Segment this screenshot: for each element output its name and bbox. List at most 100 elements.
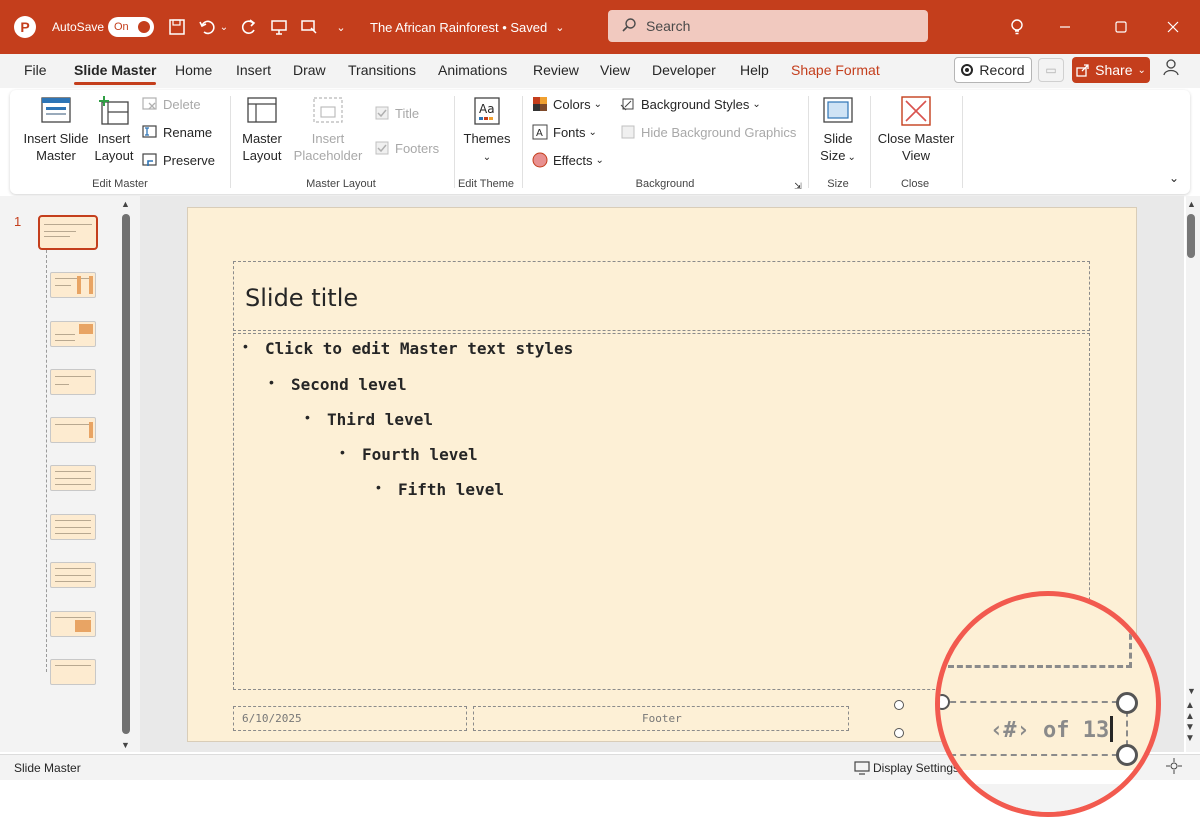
- resize-handle[interactable]: [894, 700, 904, 710]
- layout-thumbnail[interactable]: [50, 369, 96, 395]
- layout-thumbnail[interactable]: [50, 659, 96, 685]
- layout-thumbnail[interactable]: [50, 417, 96, 443]
- undo-dropdown-icon[interactable]: ⌄: [218, 0, 230, 54]
- insert-placeholder-button[interactable]: Insert Placeholder: [286, 96, 370, 164]
- master-layout-button[interactable]: Master Layout: [238, 96, 286, 164]
- fit-slide-icon[interactable]: [1166, 758, 1182, 777]
- rename-button[interactable]: Rename: [142, 123, 222, 141]
- canvas-scrollbar-thumb[interactable]: [1187, 214, 1195, 258]
- panel-scrollbar[interactable]: [122, 214, 130, 734]
- undo-icon[interactable]: [196, 0, 218, 54]
- powerpoint-logo-icon: P: [14, 0, 38, 54]
- tab-review[interactable]: Review: [533, 62, 579, 78]
- layout-thumbnail[interactable]: [50, 562, 96, 588]
- share-button[interactable]: Share ⌄: [1072, 57, 1150, 83]
- group-label-size: Size: [827, 178, 849, 190]
- customize-qat-icon[interactable]: ⌄: [330, 0, 352, 54]
- next-slide-icon[interactable]: ▼ ▼: [1185, 722, 1195, 744]
- minimize-icon[interactable]: [1042, 0, 1088, 54]
- record-button[interactable]: Record: [954, 57, 1032, 83]
- coauthoring-icon[interactable]: [1163, 58, 1181, 81]
- tab-insert[interactable]: Insert: [236, 62, 271, 78]
- canvas-scroll-down-icon[interactable]: ▼: [1187, 686, 1196, 696]
- tab-home[interactable]: Home: [175, 62, 212, 78]
- footer-text: Footer: [642, 712, 682, 725]
- redo-icon[interactable]: [238, 0, 260, 54]
- resize-handle[interactable]: [1116, 744, 1138, 766]
- group-label-background: Background: [635, 178, 695, 190]
- title-bar: P AutoSave On ⌄ ⌄ The African Rainforest…: [0, 0, 1200, 54]
- page-number-text: ‹#› of 13: [990, 718, 1110, 743]
- text-level-5: Fifth level: [398, 480, 504, 499]
- canvas-scroll-up-icon[interactable]: ▲: [1187, 199, 1196, 209]
- tab-transitions[interactable]: Transitions: [348, 62, 416, 78]
- autosave-state: On: [114, 21, 129, 33]
- panel-scroll-down-icon[interactable]: ▼: [121, 740, 130, 750]
- themes-button[interactable]: Aa Themes ⌄: [460, 96, 514, 166]
- text-level-1: Click to edit Master text styles: [265, 339, 574, 358]
- resize-handle[interactable]: [894, 728, 904, 738]
- delete-button[interactable]: Delete: [142, 95, 222, 113]
- text-level-2: Second level: [291, 375, 407, 394]
- record-icon: [961, 64, 974, 76]
- fonts-button[interactable]: A Fonts ⌄: [532, 123, 612, 141]
- ribbon: Insert Slide Master Insert Layout Delete…: [10, 90, 1190, 194]
- footers-checkbox[interactable]: Footers: [374, 139, 454, 157]
- group-label-close: Close: [900, 178, 930, 190]
- autosave-toggle[interactable]: On: [108, 17, 154, 37]
- title-placeholder[interactable]: [233, 261, 1090, 331]
- comments-icon[interactable]: ▭: [1038, 58, 1064, 82]
- tab-animations[interactable]: Animations: [438, 62, 507, 78]
- background-dialog-launcher-icon[interactable]: ⇲: [792, 178, 804, 195]
- share-dropdown-icon: ⌄: [1137, 64, 1146, 76]
- save-icon[interactable]: [166, 0, 188, 54]
- magnifier-callout: ‹#› of 13: [935, 591, 1161, 817]
- title-checkbox[interactable]: Title: [374, 104, 454, 122]
- layout-thumbnail[interactable]: [50, 611, 96, 637]
- thumbnail-number: 1: [14, 214, 22, 229]
- previous-slide-icon[interactable]: ▲ ▲: [1185, 700, 1195, 722]
- panel-scroll-up-icon[interactable]: ▲: [121, 199, 130, 209]
- slide-title: Slide title: [245, 284, 359, 312]
- present-from-beginning-icon[interactable]: [268, 0, 290, 54]
- colors-button[interactable]: Colors ⌄: [532, 95, 612, 113]
- layout-thumbnail[interactable]: [50, 272, 96, 298]
- close-master-view-button[interactable]: Close Master View: [874, 96, 958, 164]
- close-window-icon[interactable]: [1150, 0, 1196, 54]
- document-title[interactable]: The African Rainforest • Saved ⌄: [370, 0, 564, 54]
- svg-text:A: A: [536, 128, 543, 139]
- slide-master-thumbnail[interactable]: [38, 215, 98, 250]
- tab-draw[interactable]: Draw: [293, 62, 326, 78]
- effects-button[interactable]: Effects ⌄: [532, 151, 616, 169]
- tab-view[interactable]: View: [600, 62, 630, 78]
- maximize-icon[interactable]: [1098, 0, 1144, 54]
- themes-dropdown-icon: ⌄: [482, 152, 492, 163]
- search-icon: [622, 17, 636, 35]
- hide-background-graphics-checkbox[interactable]: Hide Background Graphics: [620, 123, 800, 141]
- resize-handle[interactable]: [1116, 692, 1138, 714]
- slide-size-button[interactable]: Slide Size ⌄: [812, 96, 864, 166]
- tab-developer[interactable]: Developer: [652, 62, 716, 78]
- date-text: 6/10/2025: [242, 712, 302, 725]
- background-styles-button[interactable]: Background Styles ⌄: [620, 95, 770, 113]
- layout-tree-line: [46, 250, 47, 672]
- search-box[interactable]: Search: [608, 10, 928, 42]
- collapse-ribbon-icon[interactable]: ⌄: [1166, 170, 1182, 187]
- magnified-content-placeholder-corner: [948, 596, 1132, 668]
- text-level-4: Fourth level: [362, 445, 478, 464]
- layout-thumbnail[interactable]: [50, 465, 96, 491]
- canvas-scrollbar-track: [1186, 196, 1200, 752]
- layout-thumbnail[interactable]: [50, 321, 96, 347]
- present-from-current-icon[interactable]: [298, 0, 320, 54]
- tab-help[interactable]: Help: [740, 62, 769, 78]
- preserve-button[interactable]: Preserve: [142, 151, 222, 169]
- layout-thumbnail[interactable]: [50, 514, 96, 540]
- view-mode-label: Slide Master: [14, 761, 81, 775]
- tab-slide-master[interactable]: Slide Master: [74, 62, 157, 85]
- insert-slide-master-button[interactable]: Insert Slide Master: [20, 96, 92, 164]
- lightbulb-icon[interactable]: [1006, 0, 1028, 54]
- tab-file[interactable]: File: [24, 62, 47, 78]
- group-label-master-layout: Master Layout: [306, 178, 376, 190]
- tab-shape-format[interactable]: Shape Format: [791, 62, 880, 78]
- insert-layout-button[interactable]: Insert Layout: [94, 96, 134, 164]
